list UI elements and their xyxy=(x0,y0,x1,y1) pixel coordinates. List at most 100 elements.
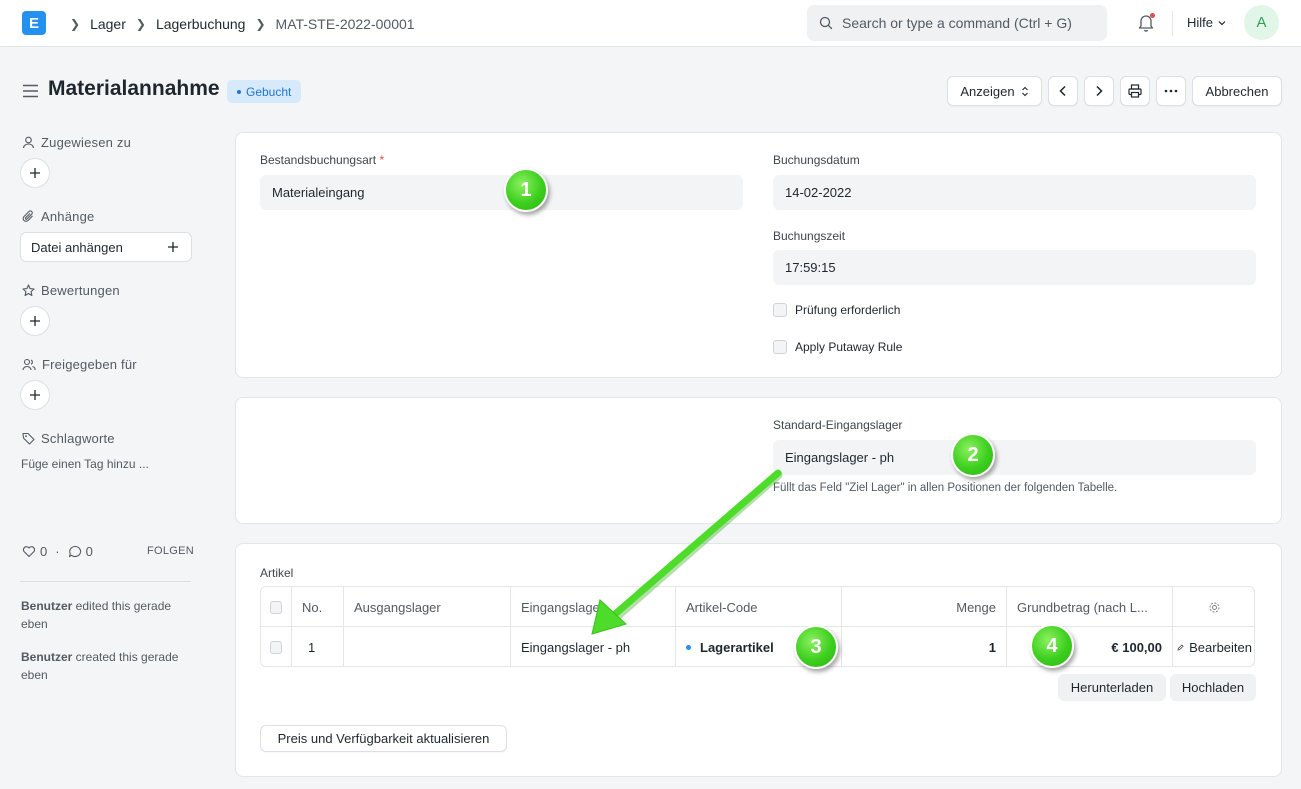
checkbox-box[interactable] xyxy=(773,340,787,354)
previous-button[interactable] xyxy=(1048,76,1078,106)
col-qty: Menge xyxy=(842,587,1007,627)
add-tag-link[interactable]: Füge einen Tag hinzu ... xyxy=(21,457,149,471)
inspection-required-checkbox[interactable]: Prüfung erforderlich xyxy=(773,303,900,317)
gear-icon[interactable] xyxy=(1208,601,1221,614)
col-target-warehouse: Eingangslager xyxy=(511,587,676,627)
activity-user[interactable]: Benutzer xyxy=(21,650,72,664)
view-label: Anzeigen xyxy=(960,83,1015,99)
breadcrumb-lagerbuchung[interactable]: Lagerbuchung xyxy=(156,16,246,32)
shared-with-label: Freigegeben für xyxy=(42,357,137,372)
status-label: Gebucht xyxy=(246,84,292,99)
next-button[interactable] xyxy=(1084,76,1114,106)
shared-with-heading: Freigegeben für xyxy=(22,357,137,372)
view-dropdown-button[interactable]: Anzeigen xyxy=(947,76,1042,106)
users-icon xyxy=(22,358,36,371)
add-rating-button[interactable] xyxy=(20,306,50,336)
avatar[interactable]: A xyxy=(1244,5,1279,40)
select-all-checkbox[interactable] xyxy=(270,600,282,614)
likes-count: 0 xyxy=(40,544,48,559)
breadcrumb: ❯ Lager ❯ Lagerbuchung ❯ MAT-STE-2022-00… xyxy=(60,0,415,47)
more-actions-button[interactable] xyxy=(1156,76,1186,106)
plus-icon xyxy=(30,168,40,178)
row-target-warehouse[interactable]: Eingangslager - ph xyxy=(511,627,676,666)
col-source-warehouse: Ausgangslager xyxy=(344,587,511,627)
chevron-right-icon: ❯ xyxy=(255,16,266,31)
target-warehouse-field[interactable]: Eingangslager - ph xyxy=(773,440,1256,475)
target-warehouse-help: Füllt das Feld "Ziel Lager" in allen Pos… xyxy=(773,482,1118,494)
add-assignee-button[interactable] xyxy=(20,158,50,188)
follow-button[interactable]: FOLGEN xyxy=(147,545,194,557)
star-icon xyxy=(22,284,35,297)
navbar: E ❯ Lager ❯ Lagerbuchung ❯ MAT-STE-2022-… xyxy=(0,0,1301,47)
plus-icon xyxy=(168,242,178,252)
status-dot xyxy=(237,89,241,94)
items-section-label: Artikel xyxy=(260,566,294,580)
plus-icon xyxy=(30,390,40,400)
ratings-label: Bewertungen xyxy=(41,283,120,298)
item-status-dot xyxy=(686,644,691,650)
update-rate-availability-button[interactable]: Preis und Verfügbarkeit aktualisieren xyxy=(260,725,507,752)
heart-icon[interactable] xyxy=(22,545,36,558)
row-qty[interactable]: 1 xyxy=(842,627,1007,666)
page-title: Materialannahme xyxy=(48,77,220,100)
tags-label: Schlagworte xyxy=(41,431,115,446)
attachments-label: Anhänge xyxy=(41,209,95,224)
posting-time-label: Buchungszeit xyxy=(773,229,846,243)
col-basic-amount: Grundbetrag (nach L... xyxy=(1007,587,1173,627)
upload-button[interactable]: Hochladen xyxy=(1170,674,1256,701)
edit-label: Bearbeiten xyxy=(1189,639,1252,655)
app-logo[interactable]: E xyxy=(22,11,46,35)
row-edit-button[interactable]: Bearbeiten xyxy=(1173,627,1254,666)
help-dropdown[interactable]: Hilfe xyxy=(1187,15,1227,30)
row-source-warehouse[interactable] xyxy=(344,627,511,666)
ratings-heading: Bewertungen xyxy=(22,283,120,298)
activity-user[interactable]: Benutzer xyxy=(21,599,72,613)
apply-putaway-label: Apply Putaway Rule xyxy=(795,340,903,354)
assigned-to-label: Zugewiesen zu xyxy=(41,135,132,150)
apply-putaway-checkbox[interactable]: Apply Putaway Rule xyxy=(773,340,902,354)
attach-file-label: Datei anhängen xyxy=(31,239,123,255)
chevron-left-icon xyxy=(1059,85,1066,97)
checkbox-box[interactable] xyxy=(773,303,787,317)
printer-icon xyxy=(1128,84,1142,98)
download-button[interactable]: Herunterladen xyxy=(1058,674,1166,701)
nav-divider xyxy=(1172,11,1173,36)
annotation-marker-4: 4 xyxy=(1030,624,1074,668)
updown-icon xyxy=(1021,86,1028,96)
annotation-marker-3: 3 xyxy=(794,625,838,669)
search-icon xyxy=(819,16,833,30)
row-no: 1 xyxy=(292,627,344,666)
hamburger-icon[interactable] xyxy=(22,84,39,98)
activity-item: Benutzer edited this gerade eben xyxy=(21,597,181,633)
search-input[interactable]: Search or type a command (Ctrl + G) xyxy=(807,5,1107,41)
annotation-marker-2: 2 xyxy=(951,433,995,477)
tag-icon xyxy=(22,432,35,445)
attach-file-button[interactable]: Datei anhängen xyxy=(20,232,192,262)
select-all-cell xyxy=(261,587,292,627)
entry-type-field[interactable]: Materialeingang xyxy=(260,175,743,210)
ellipsis-icon xyxy=(1164,89,1178,93)
posting-time-field[interactable]: 17:59:15 xyxy=(773,250,1256,285)
cancel-label: Abbrechen xyxy=(1205,83,1269,99)
row-select-cell xyxy=(261,627,292,666)
likes-comments: 0 · 0 xyxy=(22,544,93,559)
chevron-right-icon xyxy=(1096,85,1103,97)
assigned-to-heading: Zugewiesen zu xyxy=(22,135,131,150)
breadcrumb-current: MAT-STE-2022-00001 xyxy=(275,15,415,32)
notification-dot xyxy=(1150,13,1155,18)
item-code-text: Lagerartikel xyxy=(700,639,774,655)
print-button[interactable] xyxy=(1120,76,1150,106)
cancel-button[interactable]: Abbrechen xyxy=(1192,76,1282,106)
breadcrumb-lager[interactable]: Lager xyxy=(90,16,126,32)
comment-icon[interactable] xyxy=(68,545,82,558)
chevron-right-icon: ❯ xyxy=(70,16,81,31)
search-placeholder: Search or type a command (Ctrl + G) xyxy=(842,15,1072,31)
add-share-button[interactable] xyxy=(20,380,50,410)
col-item-code: Artikel-Code xyxy=(676,587,842,627)
row-checkbox[interactable] xyxy=(270,640,282,654)
posting-date-field[interactable]: 14-02-2022 xyxy=(773,175,1256,210)
attachments-heading: Anhänge xyxy=(22,209,94,224)
chevron-right-icon: ❯ xyxy=(135,16,146,31)
paperclip-icon xyxy=(22,210,33,222)
table-row[interactable]: 1 Eingangslager - ph Lagerartikel 1 € 10… xyxy=(261,627,1254,666)
